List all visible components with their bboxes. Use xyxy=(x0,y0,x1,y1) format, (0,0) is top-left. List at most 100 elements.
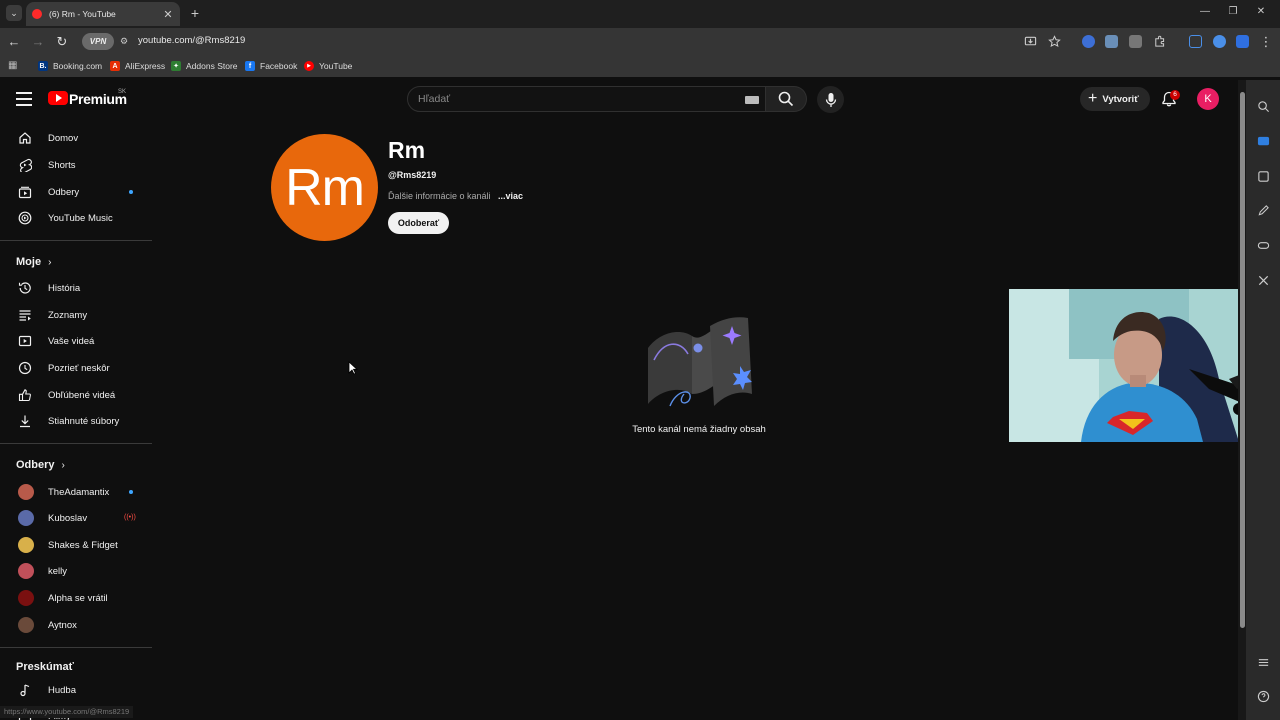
profile-icon[interactable] xyxy=(1213,35,1226,48)
sidebar-item-label: Alpha se vrátil xyxy=(48,592,108,604)
channel-description[interactable]: Ďalšie informácie o kanáli xyxy=(388,191,491,201)
sidebar-item-label: Hudba xyxy=(48,684,76,696)
keyboard-icon[interactable] xyxy=(745,96,759,104)
facebook-favicon-icon: f xyxy=(245,61,255,71)
sidebar-section-you[interactable]: Moje › xyxy=(16,256,51,268)
sidebar-divider xyxy=(0,240,152,241)
sidebar-item-history[interactable]: História xyxy=(10,275,152,301)
extension-bitwarden-icon[interactable] xyxy=(1236,35,1249,48)
sidebar-item-label: Stiahnuté súbory xyxy=(48,415,120,427)
extension-video-icon[interactable] xyxy=(1129,35,1142,48)
sidebar-item-label: YouTube Music xyxy=(48,212,113,224)
sidebar-subscription-channel[interactable]: Shakes & Fidget xyxy=(10,532,152,558)
restore-button[interactable]: ❐ xyxy=(1226,6,1240,17)
minimize-button[interactable]: — xyxy=(1198,6,1212,17)
more-link[interactable]: ...viac xyxy=(498,191,523,201)
browser-tab[interactable]: (6) Rm - YouTube ✕ xyxy=(26,2,180,26)
browser-menu-icon[interactable]: ⋮ xyxy=(1258,34,1274,50)
watch-later-icon xyxy=(18,361,32,375)
sidebar-item-home[interactable]: Domov xyxy=(10,125,152,151)
back-icon[interactable]: ← xyxy=(6,34,22,50)
new-tab-button[interactable]: + xyxy=(188,5,202,21)
downloads-icon xyxy=(18,414,32,428)
bookmark-aliexpress[interactable]: A AliExpress xyxy=(110,61,165,71)
voice-search-button[interactable] xyxy=(817,86,844,113)
site-info-icon[interactable]: ⚙ xyxy=(120,36,130,46)
side-tools-icon[interactable] xyxy=(1257,274,1270,287)
youtube-logo-icon[interactable] xyxy=(48,91,68,105)
sidebar-item-playlists[interactable]: Zoznamy xyxy=(10,302,152,328)
sidebar-divider xyxy=(0,647,152,648)
sidebar-item-label: Obľúbené videá xyxy=(48,389,116,401)
bookmark-facebook[interactable]: f Facebook xyxy=(245,61,297,71)
page-scrollbar-thumb[interactable] xyxy=(1240,92,1245,628)
close-window-button[interactable]: ✕ xyxy=(1254,6,1268,17)
channel-avatar-large[interactable]: Rm xyxy=(271,134,378,241)
extension-translate-icon[interactable] xyxy=(1105,35,1118,48)
sidebar-divider xyxy=(0,443,152,444)
bookmarks-bar: ▦ B. Booking.com A AliExpress ✦ Addons S… xyxy=(0,56,1280,77)
sidebar-item-label: TheAdamantix xyxy=(48,486,110,498)
tab-search-button[interactable]: ⌄ xyxy=(6,5,22,21)
guide-menu-icon[interactable] xyxy=(16,92,32,106)
url-field[interactable]: youtube.com/@Rms8219 xyxy=(138,35,245,46)
music-icon xyxy=(18,211,32,225)
install-app-icon[interactable] xyxy=(1024,35,1037,48)
sidebar-item-your-videos[interactable]: Vaše videá xyxy=(10,328,152,354)
playlists-icon xyxy=(18,308,32,322)
sidebar-item-watch-later[interactable]: Pozrieť neskôr xyxy=(10,355,152,381)
extensions-puzzle-icon[interactable] xyxy=(1153,35,1166,48)
side-panel-icon[interactable] xyxy=(1189,35,1202,48)
side-wallet-icon[interactable] xyxy=(1257,170,1270,183)
vpn-button[interactable]: VPN xyxy=(82,33,114,50)
side-messenger-icon[interactable] xyxy=(1257,135,1270,148)
subscribe-button[interactable]: Odoberať xyxy=(388,212,449,234)
plus-icon: + xyxy=(1088,90,1098,107)
search-input[interactable] xyxy=(418,92,718,106)
close-tab-icon[interactable]: ✕ xyxy=(162,8,174,21)
search-button[interactable] xyxy=(766,86,807,112)
sidebar-item-downloads[interactable]: Stiahnuté súbory xyxy=(10,408,152,434)
booking-favicon-icon: B. xyxy=(38,61,48,71)
sidebar-item-liked-videos[interactable]: Obľúbené videá xyxy=(10,382,152,408)
bookmark-addons-store[interactable]: ✦ Addons Store xyxy=(171,61,238,71)
sidebar-item-label: Kuboslav xyxy=(48,512,88,524)
reload-icon[interactable]: ↻ xyxy=(54,34,70,50)
sidebar-item-label: Pozrieť neskôr xyxy=(48,362,110,374)
side-gamepad-icon[interactable] xyxy=(1257,239,1270,252)
side-customize-icon[interactable] xyxy=(1257,656,1270,669)
bookmark-youtube[interactable]: ▶ YouTube xyxy=(304,61,352,71)
country-code: SK xyxy=(118,89,127,95)
sidebar-item-youtube-music[interactable]: YouTube Music xyxy=(10,205,152,231)
sidebar-item-label: kelly xyxy=(48,565,68,577)
side-help-icon[interactable] xyxy=(1257,690,1270,703)
sidebar-item-shorts[interactable]: Shorts xyxy=(10,152,152,178)
sidebar-item-label: Domov xyxy=(48,132,79,144)
new-content-dot xyxy=(129,190,133,194)
microphone-icon xyxy=(825,92,836,107)
sidebar-item-music[interactable]: Hudba xyxy=(10,677,152,703)
sidebar-section-subscriptions[interactable]: Odbery › xyxy=(16,459,65,471)
extension-shield-icon[interactable] xyxy=(1082,35,1095,48)
create-button[interactable]: + Vytvoriť xyxy=(1080,87,1150,111)
side-search-icon[interactable] xyxy=(1257,100,1270,113)
channel-name: Rm xyxy=(388,137,426,163)
bookmark-booking[interactable]: B. Booking.com xyxy=(38,61,102,71)
mouse-cursor-icon xyxy=(348,361,358,375)
channel-avatar xyxy=(18,563,34,579)
account-avatar[interactable]: K xyxy=(1197,88,1219,110)
status-bar-url: https://www.youtube.com/@Rms8219 xyxy=(0,706,134,718)
empty-channel-illustration xyxy=(648,317,752,407)
apps-grid-icon[interactable]: ▦ xyxy=(8,60,20,72)
sidebar-section-explore: Preskúmať xyxy=(16,661,74,673)
sidebar-subscription-channel[interactable]: kelly xyxy=(10,558,152,584)
notification-count-badge: 6 xyxy=(1170,90,1180,100)
search-box xyxy=(407,86,766,112)
sidebar-subscription-channel[interactable]: Alpha se vrátil xyxy=(10,585,152,611)
channel-avatar xyxy=(18,510,34,526)
side-notes-icon[interactable] xyxy=(1257,204,1270,217)
sidebar-subscription-channel[interactable]: Aytnox xyxy=(10,612,152,638)
bookmark-star-icon[interactable] xyxy=(1048,35,1061,48)
sidebar-item-label: História xyxy=(48,282,81,294)
forward-icon[interactable]: → xyxy=(30,34,46,50)
